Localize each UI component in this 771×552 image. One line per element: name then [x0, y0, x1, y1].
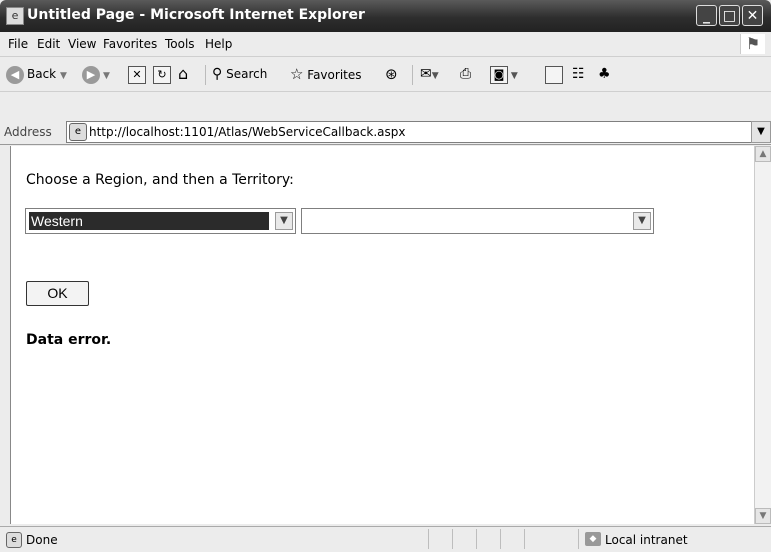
status-divider: [578, 529, 579, 549]
menu-bar: File Edit View Favorites Tools Help ⚑: [0, 32, 771, 57]
home-icon: ⌂: [178, 64, 189, 83]
favorites-label: Favorites: [307, 68, 362, 82]
favorites-star-icon: ☆: [290, 65, 304, 83]
close-button[interactable]: ✕: [742, 5, 763, 26]
print-button[interactable]: ⎙: [460, 63, 471, 85]
back-dropdown-icon: ▼: [59, 71, 67, 81]
status-divider: [452, 529, 453, 549]
ie-page-icon: e: [6, 7, 24, 25]
edit-dropdown-icon: ▼: [508, 71, 518, 81]
address-input[interactable]: e http://localhost:1101/Atlas/WebService…: [66, 121, 752, 143]
status-text: Done: [26, 533, 58, 547]
research-icon: ☷: [572, 66, 585, 82]
toolbar-separator: [412, 65, 413, 85]
mail-dropdown-icon: ▼: [431, 71, 439, 81]
territory-select-value: [305, 212, 627, 230]
mail-icon: ✉: [420, 66, 432, 82]
stop-button[interactable]: ✕: [128, 63, 146, 85]
edit-button[interactable]: ◙ ▼: [490, 63, 518, 85]
forward-button[interactable]: ▶ ▼: [82, 63, 110, 85]
back-label: Back: [27, 67, 57, 81]
page-content: Choose a Region, and then a Territory: W…: [10, 146, 758, 524]
favorites-button[interactable]: ☆ Favorites: [290, 63, 362, 85]
edit-page-icon: ◙: [490, 65, 508, 84]
messenger-icon: ♣: [598, 66, 611, 82]
address-url: http://localhost:1101/Atlas/WebServiceCa…: [89, 125, 406, 139]
home-button[interactable]: ⌂: [178, 63, 188, 85]
ok-button[interactable]: OK: [26, 281, 89, 306]
menu-edit[interactable]: Edit: [37, 37, 60, 51]
status-divider: [428, 529, 429, 549]
back-button[interactable]: ◀ Back ▼: [6, 63, 67, 85]
maximize-button[interactable]: □: [719, 5, 740, 26]
address-label: Address: [4, 125, 52, 139]
toolbar: ◀ Back ▼ ▶ ▼ ✕ ↻ ⌂ ⚲ Search ☆ Favorites ⊛ …: [0, 57, 771, 92]
messenger-button[interactable]: ♣: [598, 63, 611, 85]
status-divider: [524, 529, 525, 549]
title-bar: e Untitled Page - Microsoft Internet Exp…: [0, 0, 771, 32]
status-divider: [476, 529, 477, 549]
search-label: Search: [226, 67, 268, 81]
forward-dropdown-icon: ▼: [103, 71, 110, 81]
history-button[interactable]: ⊛: [385, 63, 398, 85]
back-arrow-icon: ◀: [6, 65, 24, 84]
search-icon: ⚲: [212, 66, 223, 82]
scroll-down-button[interactable]: ▼: [755, 508, 771, 524]
discuss-button[interactable]: [545, 63, 563, 85]
status-divider: [500, 529, 501, 549]
minimize-button[interactable]: _: [696, 5, 717, 26]
discuss-icon: [545, 65, 563, 84]
refresh-icon: ↻: [153, 65, 171, 84]
region-select[interactable]: Western ▼: [25, 208, 296, 234]
territory-select[interactable]: ▼: [301, 208, 654, 234]
address-bar: Address e http://localhost:1101/Atlas/We…: [0, 120, 771, 145]
stop-icon: ✕: [128, 65, 146, 84]
region-select-value: Western: [29, 212, 269, 230]
intranet-zone-icon: ◆: [585, 532, 601, 546]
menu-tools[interactable]: Tools: [165, 37, 195, 51]
menu-favorites[interactable]: Favorites: [103, 37, 157, 51]
page-icon: e: [69, 123, 87, 141]
menu-view[interactable]: View: [68, 37, 96, 51]
forward-arrow-icon: ▶: [82, 65, 100, 84]
browser-window: e Untitled Page - Microsoft Internet Exp…: [0, 0, 771, 552]
error-message: Data error.: [26, 332, 112, 348]
status-bar: e Done ◆ Local intranet: [0, 526, 771, 552]
chevron-down-icon[interactable]: ▼: [275, 212, 293, 230]
chevron-down-icon[interactable]: ▼: [633, 212, 651, 230]
refresh-button[interactable]: ↻: [153, 63, 171, 85]
vertical-scrollbar[interactable]: ▲ ▼: [754, 146, 771, 524]
chevron-down-icon: ▼: [757, 126, 765, 137]
print-icon: ⎙: [460, 66, 472, 82]
address-dropdown-button[interactable]: ▼: [751, 121, 771, 143]
page-icon: e: [6, 532, 22, 548]
menu-help[interactable]: Help: [205, 37, 232, 51]
region-prompt: Choose a Region, and then a Territory:: [26, 172, 294, 188]
window-title: Untitled Page - Microsoft Internet Explo…: [27, 7, 365, 23]
toolbar-separator: [205, 65, 206, 85]
scroll-up-button[interactable]: ▲: [755, 146, 771, 162]
mail-button[interactable]: ✉▼: [420, 63, 439, 85]
research-button[interactable]: ☷: [572, 63, 585, 85]
windows-logo-icon: ⚑: [740, 34, 765, 54]
security-zone-label: Local intranet: [605, 533, 688, 547]
search-button[interactable]: ⚲ Search: [212, 63, 267, 85]
history-icon: ⊛: [385, 65, 398, 83]
menu-file[interactable]: File: [8, 37, 28, 51]
